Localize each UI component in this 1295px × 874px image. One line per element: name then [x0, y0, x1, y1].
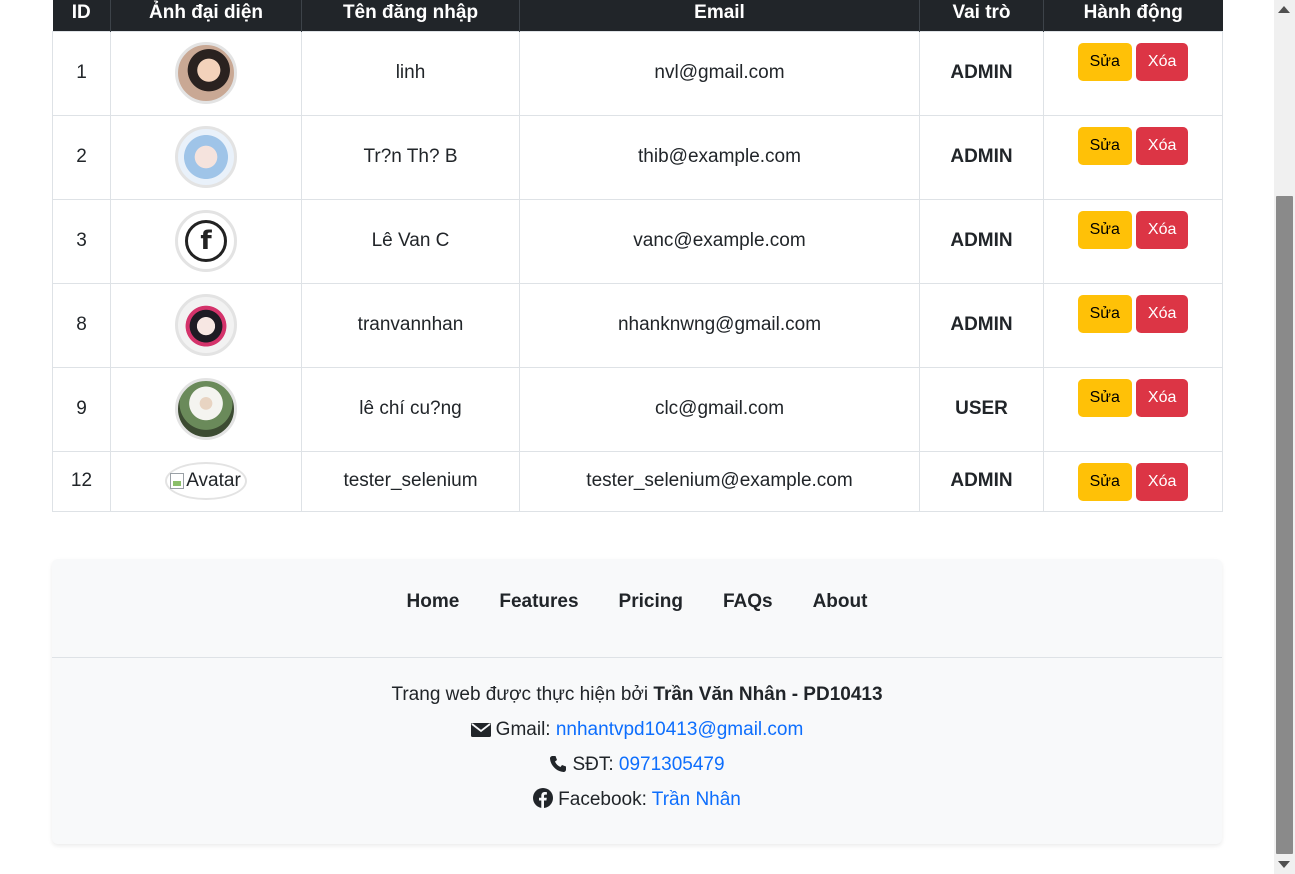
actions-cell: Sửa Xóa [1043, 198, 1223, 284]
avatar: Avatar [165, 462, 247, 500]
avatar [175, 42, 237, 104]
avatar-alt-text: Avatar [186, 470, 241, 491]
avatar: f [175, 210, 237, 272]
user-role: ADMIN [919, 30, 1044, 116]
user-email: nhanknwng@gmail.com [519, 282, 920, 368]
user-username: linh [301, 30, 520, 116]
column-header-email: Email [519, 0, 920, 31]
phone-icon [550, 756, 567, 772]
actions-cell: Sửa Xóa [1043, 30, 1223, 116]
user-username: tranvannhan [301, 282, 520, 368]
user-username: Tr?n Th? B [301, 114, 520, 200]
column-header-role: Vai trò [919, 0, 1044, 31]
footer-facebook: Facebook: Trần Nhân [52, 782, 1222, 817]
avatar-cell [110, 114, 302, 200]
facebook-icon [533, 788, 554, 808]
column-header-actions: Hành động [1043, 0, 1223, 31]
user-email: clc@gmail.com [519, 366, 920, 452]
footer-link-pricing[interactable]: Pricing [599, 591, 703, 613]
table-row: 2 Tr?n Th? B thib@example.com ADMIN Sửa X… [52, 114, 1223, 200]
vertical-scrollbar[interactable] [1274, 0, 1295, 874]
avatar-cell [110, 282, 302, 368]
scroll-down-arrow-icon[interactable] [1278, 861, 1290, 868]
edit-button[interactable]: Sửa [1077, 378, 1132, 417]
user-role: USER [919, 366, 1044, 452]
gmail-link[interactable]: nnhantvpd10413@gmail.com [556, 719, 803, 740]
user-username: Lê Van C [301, 198, 520, 284]
delete-button[interactable]: Xóa [1135, 294, 1189, 333]
user-username: lê chí cu?ng [301, 366, 520, 452]
footer-link-features[interactable]: Features [479, 591, 598, 613]
user-role: ADMIN [919, 198, 1044, 284]
facebook-link[interactable]: Trần Nhân [652, 789, 741, 810]
delete-button[interactable]: Xóa [1135, 462, 1189, 501]
user-id: 1 [52, 30, 111, 116]
column-header-avatar: Ảnh đại diện [110, 0, 302, 31]
user-id: 2 [52, 114, 111, 200]
avatar-cell [110, 30, 302, 116]
avatar-cell: Avatar [110, 450, 302, 512]
actions-cell: Sửa Xóa [1043, 450, 1223, 512]
user-email: thib@example.com [519, 114, 920, 200]
footer-phone: SĐT: 0971305479 [52, 747, 1222, 782]
user-id: 9 [52, 366, 111, 452]
footer-info: Trang web được thực hiện bởi Trần Văn Nh… [52, 658, 1222, 817]
edit-button[interactable]: Sửa [1077, 462, 1132, 501]
scrollbar-thumb[interactable] [1276, 196, 1293, 854]
envelope-icon [470, 723, 491, 737]
site-footer: Home Features Pricing FAQs About Trang w… [52, 559, 1222, 844]
footer-link-about[interactable]: About [793, 591, 888, 613]
user-email: nvl@gmail.com [519, 30, 920, 116]
user-role: ADMIN [919, 450, 1044, 512]
avatar [175, 126, 237, 188]
user-id: 3 [52, 198, 111, 284]
edit-button[interactable]: Sửa [1077, 210, 1132, 249]
footer-link-home[interactable]: Home [387, 591, 480, 613]
column-header-id: ID [52, 0, 111, 31]
footer-gmail: Gmail: nnhantvpd10413@gmail.com [52, 712, 1222, 747]
user-role: ADMIN [919, 114, 1044, 200]
footer-link-faqs[interactable]: FAQs [703, 591, 793, 613]
table-row: 3 f Lê Van C vanc@example.com ADMIN Sửa X… [52, 198, 1223, 284]
facebook-logo-icon: f [185, 220, 227, 262]
avatar-cell [110, 366, 302, 452]
user-id: 8 [52, 282, 111, 368]
user-id: 12 [52, 450, 111, 512]
table-row: 1 linh nvl@gmail.com ADMIN Sửa Xóa [52, 30, 1223, 116]
credit-prefix: Trang web được thực hiện bởi [391, 684, 654, 705]
table-header-row: ID Ảnh đại diện Tên đăng nhập Email Vai … [52, 0, 1223, 31]
user-role: ADMIN [919, 282, 1044, 368]
credit-name: Trần Văn Nhân - PD10413 [653, 684, 883, 705]
avatar [175, 378, 237, 440]
footer-nav: Home Features Pricing FAQs About [52, 559, 1222, 658]
phone-link[interactable]: 0971305479 [619, 754, 725, 775]
actions-cell: Sửa Xóa [1043, 114, 1223, 200]
avatar [175, 294, 237, 356]
scroll-up-arrow-icon[interactable] [1278, 6, 1290, 13]
user-email: vanc@example.com [519, 198, 920, 284]
avatar-cell: f [110, 198, 302, 284]
gmail-label: Gmail: [495, 719, 556, 740]
footer-credit: Trang web được thực hiện bởi Trần Văn Nh… [52, 677, 1222, 712]
edit-button[interactable]: Sửa [1077, 126, 1132, 165]
edit-button[interactable]: Sửa [1077, 42, 1132, 81]
actions-cell: Sửa Xóa [1043, 366, 1223, 452]
edit-button[interactable]: Sửa [1077, 294, 1132, 333]
users-table: ID Ảnh đại diện Tên đăng nhập Email Vai … [52, 0, 1223, 512]
column-header-username: Tên đăng nhập [301, 0, 520, 31]
table-row: 8 tranvannhan nhanknwng@gmail.com ADMIN … [52, 282, 1223, 368]
facebook-label: Facebook: [558, 789, 652, 810]
user-email: tester_selenium@example.com [519, 450, 920, 512]
page-viewport: ID Ảnh đại diện Tên đăng nhập Email Vai … [0, 0, 1295, 874]
table-row: 12 Avatar tester_selenium tester_seleniu… [52, 450, 1223, 512]
table-row: 9 lê chí cu?ng clc@gmail.com USER Sửa Xóa [52, 366, 1223, 452]
delete-button[interactable]: Xóa [1135, 210, 1189, 249]
delete-button[interactable]: Xóa [1135, 378, 1189, 417]
delete-button[interactable]: Xóa [1135, 42, 1189, 81]
delete-button[interactable]: Xóa [1135, 126, 1189, 165]
user-username: tester_selenium [301, 450, 520, 512]
actions-cell: Sửa Xóa [1043, 282, 1223, 368]
broken-image-icon [170, 473, 185, 489]
phone-label: SĐT: [572, 754, 619, 775]
